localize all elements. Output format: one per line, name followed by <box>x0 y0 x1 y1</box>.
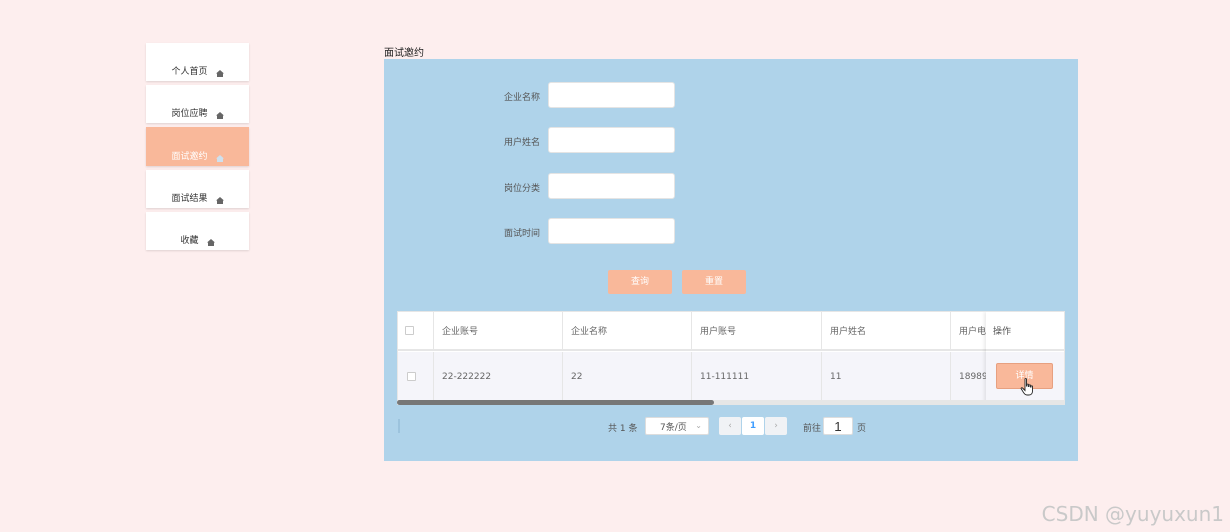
main-panel: 企业名称 用户姓名 岗位分类 面试时间 查询 重置 企业账号 企业名称 用户账号… <box>384 59 1078 461</box>
header-company-account[interactable]: 企业账号 <box>434 312 563 349</box>
form-row-company-name: 企业名称 <box>384 82 784 108</box>
home-icon <box>215 197 224 204</box>
hand-cursor-icon <box>1020 378 1033 396</box>
pagination-total: 共 1 条 <box>608 424 638 434</box>
sidebar-item-label: 收藏 <box>180 236 199 246</box>
job-category-input[interactable] <box>548 173 675 199</box>
reset-button[interactable]: 重置 <box>682 270 746 294</box>
sidebar-item-label: 岗位应聘 <box>171 109 208 119</box>
query-button[interactable]: 查询 <box>608 270 672 294</box>
table-row[interactable]: 22-222222 22 11-111111 11 18989898989 <box>398 352 1064 401</box>
cell-company-account: 22-222222 <box>434 352 563 401</box>
user-name-input[interactable] <box>548 127 675 153</box>
form-row-interview-time: 面试时间 <box>384 218 784 244</box>
select-all-cell <box>398 312 434 349</box>
page-number-current[interactable]: 1 <box>742 417 764 435</box>
row-checkbox[interactable] <box>407 372 416 381</box>
home-icon <box>215 112 224 119</box>
cell-user-name: 11 <box>822 352 951 401</box>
sidebar-item-label: 个人首页 <box>171 67 208 77</box>
page-size-select[interactable]: 7条/页 ⌄ <box>645 417 709 435</box>
watermark-text: CSDN @yuyuxun1 <box>1041 502 1224 526</box>
interview-time-input[interactable] <box>548 218 675 244</box>
user-name-label: 用户姓名 <box>503 138 540 148</box>
page-title: 面试邀约 <box>384 48 424 59</box>
interview-time-label: 面试时间 <box>503 229 540 239</box>
cell-user-account: 11-111111 <box>692 352 822 401</box>
goto-page-input[interactable] <box>823 417 853 435</box>
form-row-job-category: 岗位分类 <box>384 173 784 199</box>
home-icon <box>215 70 224 77</box>
operation-cell: 详情 <box>986 352 1064 401</box>
sidebar-item-interview-result[interactable]: 面试结果 <box>146 170 249 208</box>
sidebar-menu: 个人首页 岗位应聘 面试邀约 面试结果 收藏 <box>146 43 249 254</box>
company-name-label: 企业名称 <box>503 93 540 103</box>
row-select-cell <box>398 352 434 401</box>
operation-column: 操作 详情 <box>986 312 1064 404</box>
results-table: 企业账号 企业名称 用户账号 用户姓名 用户电话 22-222222 22 11… <box>397 311 1065 405</box>
job-category-label: 岗位分类 <box>503 184 540 194</box>
goto-label: 前往 <box>803 424 822 434</box>
cell-company-name: 22 <box>563 352 692 401</box>
chevron-down-icon: ⌄ <box>695 421 702 430</box>
home-icon <box>215 155 224 162</box>
header-user-name[interactable]: 用户姓名 <box>822 312 951 349</box>
chevron-right-icon: › <box>774 421 778 431</box>
header-company-name[interactable]: 企业名称 <box>563 312 692 349</box>
home-icon <box>206 239 215 246</box>
sidebar-item-job-application[interactable]: 岗位应聘 <box>146 85 249 123</box>
prev-page-button[interactable]: ‹ <box>719 417 741 435</box>
sidebar-item-label: 面试结果 <box>171 194 208 204</box>
form-row-user-name: 用户姓名 <box>384 127 784 153</box>
sidebar-item-label: 面试邀约 <box>171 152 208 162</box>
chevron-left-icon: ‹ <box>728 421 732 431</box>
scrollbar-thumb[interactable] <box>397 400 714 405</box>
goto-suffix: 页 <box>857 424 867 434</box>
pagination-divider <box>398 419 400 433</box>
sidebar-item-interview-invitation[interactable]: 面试邀约 <box>146 127 249 166</box>
select-all-checkbox[interactable] <box>405 326 414 335</box>
next-page-button[interactable]: › <box>765 417 787 435</box>
company-name-input[interactable] <box>548 82 675 108</box>
sidebar-item-favorites[interactable]: 收藏 <box>146 212 249 250</box>
table-horizontal-scrollbar[interactable] <box>397 400 1065 405</box>
sidebar-item-home[interactable]: 个人首页 <box>146 43 249 81</box>
page-size-value: 7条/页 <box>660 422 687 433</box>
pagination: 共 1 条 7条/页 ⌄ ‹ 1 › 前往 页 <box>384 417 1078 435</box>
table-header: 企业账号 企业名称 用户账号 用户姓名 用户电话 <box>398 312 1064 351</box>
header-user-account[interactable]: 用户账号 <box>692 312 822 349</box>
header-operation: 操作 <box>986 312 1064 351</box>
